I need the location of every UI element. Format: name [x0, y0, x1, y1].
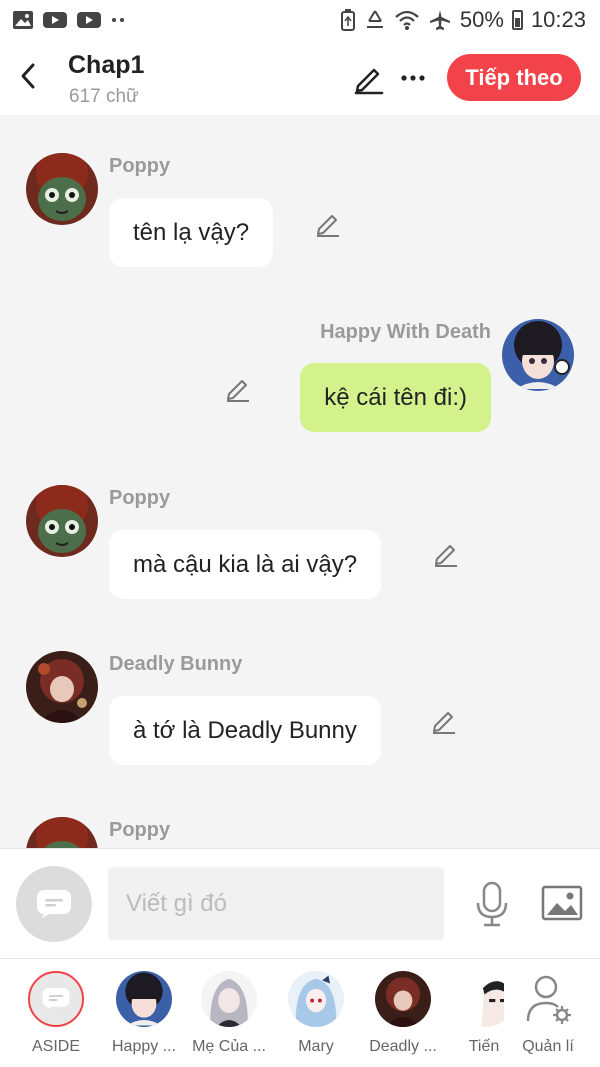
- user-settings-icon: [526, 975, 571, 1024]
- character-aside[interactable]: ASIDE: [16, 959, 96, 1067]
- character-avatar: [201, 971, 257, 1027]
- page-title: Chap1: [68, 51, 145, 79]
- character-bar: ASIDE Happy ... Mẹ Của ... Mary Deadly .…: [0, 958, 600, 1067]
- more-notifications-icon: [112, 18, 124, 22]
- chevron-left-icon: [21, 63, 35, 89]
- message-composer: [0, 848, 600, 958]
- character-happy[interactable]: Happy ...: [104, 959, 184, 1067]
- message-bubble[interactable]: tên lạ vậy?: [109, 198, 274, 267]
- clock: 10:23: [530, 7, 586, 32]
- sender-name: Deadly Bunny: [109, 653, 243, 675]
- status-bar: 50% 10:23: [0, 0, 600, 40]
- manage-characters-button[interactable]: Quản lí: [508, 959, 588, 1067]
- battery-saver-icon: [340, 9, 355, 31]
- poppy-avatar[interactable]: [26, 485, 98, 557]
- poppy-avatar[interactable]: [26, 817, 98, 848]
- word-count: 617 chữ: [69, 86, 139, 107]
- message-item: Deadly Bunny à tớ là Deadly Bunny: [0, 615, 600, 775]
- top-app-bar: Chap1 617 chữ Tiếp theo: [0, 40, 600, 115]
- aside-icon: [28, 971, 84, 1027]
- microphone-icon: [476, 881, 508, 927]
- bunny-avatar[interactable]: [26, 651, 98, 723]
- wifi-icon: [395, 10, 419, 30]
- aside-toggle-button[interactable]: [16, 866, 92, 942]
- happy-avatar[interactable]: [502, 319, 574, 391]
- chat-area[interactable]: Poppy tên lạ vậy? Happy With Death kệ cá…: [0, 115, 600, 848]
- image-icon: [541, 885, 583, 921]
- edit-message-icon[interactable]: [314, 210, 342, 238]
- message-bubble[interactable]: mà cậu kia là ai vậy?: [109, 530, 382, 599]
- battery-percent: 50%: [459, 7, 504, 32]
- sender-name: Poppy: [109, 155, 171, 177]
- character-label: ASIDE: [31, 1038, 80, 1055]
- message-item: Poppy mà cậu kia là ai vậy?: [0, 445, 600, 605]
- message-item: Poppy: [0, 785, 600, 848]
- pencil-icon: [354, 68, 384, 95]
- character-deadly[interactable]: Deadly ...: [363, 959, 443, 1067]
- edit-message-icon[interactable]: [430, 707, 458, 735]
- insert-image-button[interactable]: [540, 883, 584, 923]
- edit-message-icon[interactable]: [432, 540, 460, 568]
- youtube-notification-icon-2: [77, 12, 101, 28]
- character-label: Mẹ Của ...: [192, 1038, 266, 1055]
- message-item: Poppy tên lạ vậy?: [0, 115, 600, 275]
- chat-bubble-icon: [37, 890, 71, 918]
- character-avatar: [375, 971, 431, 1027]
- next-chapter-button[interactable]: Tiếp theo: [447, 54, 581, 101]
- character-label: Happy ...: [111, 1038, 177, 1055]
- gallery-notification-icon: [13, 11, 33, 29]
- youtube-notification-icon: [43, 12, 67, 28]
- message-bubble[interactable]: kệ cái tên đi:): [300, 363, 491, 432]
- character-label: Deadly ...: [369, 1038, 437, 1055]
- sender-name: Happy With Death: [320, 321, 491, 343]
- more-horizontal-icon: [401, 75, 425, 81]
- character-me-cua[interactable]: Mẹ Của ...: [189, 959, 269, 1067]
- character-label: Quản lí: [522, 1038, 574, 1055]
- character-avatar: [458, 971, 504, 1027]
- sender-name: Poppy: [109, 819, 171, 841]
- character-avatar: [116, 971, 172, 1027]
- message-bubble[interactable]: à tớ là Deadly Bunny: [109, 696, 381, 765]
- microphone-button[interactable]: [472, 879, 512, 929]
- edit-message-icon[interactable]: [224, 375, 252, 403]
- airplane-mode-icon: [429, 10, 450, 30]
- more-options-button[interactable]: [398, 68, 428, 88]
- back-button[interactable]: [14, 60, 42, 92]
- character-tien[interactable]: Tiến: [448, 959, 504, 1067]
- message-input[interactable]: [108, 867, 444, 940]
- battery-icon: [511, 10, 523, 30]
- poppy-avatar[interactable]: [26, 153, 98, 225]
- sender-name: Poppy: [109, 487, 171, 509]
- character-label: Tiến: [468, 1038, 500, 1055]
- message-item: Happy With Death kệ cái tên đi:): [0, 315, 600, 445]
- character-mary[interactable]: Mary: [276, 959, 356, 1067]
- recycle-icon: [366, 10, 383, 28]
- character-label: Mary: [298, 1038, 334, 1055]
- character-avatar: [288, 971, 344, 1027]
- edit-button[interactable]: [352, 62, 386, 96]
